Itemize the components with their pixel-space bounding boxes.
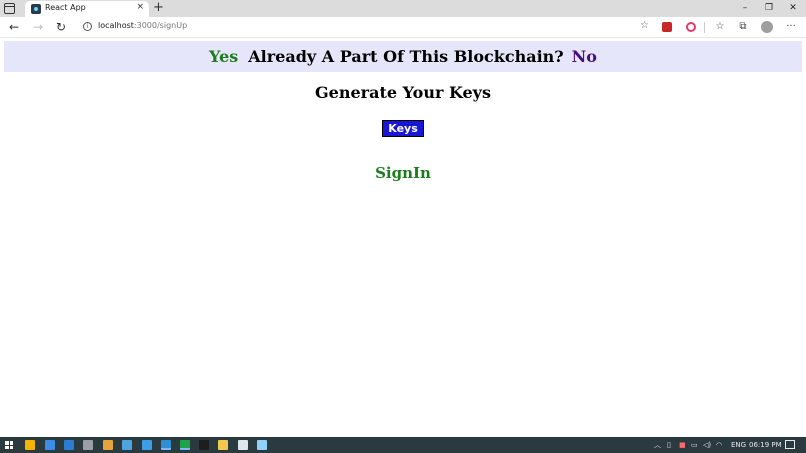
page-content: Yes Already A Part Of This Blockchain? No … [0,39,806,437]
yes-link[interactable]: Yes [209,47,238,66]
app-blue-icon[interactable] [257,440,267,450]
tab-strip: React App × + – ❐ ✕ [0,0,806,17]
edge-icon[interactable] [161,440,171,450]
refresh-button[interactable]: ↻ [53,19,69,35]
new-tab-button[interactable]: + [153,0,164,16]
file-explorer-icon[interactable] [218,440,228,450]
windows-start-icon[interactable] [5,441,13,449]
membership-banner: Yes Already A Part Of This Blockchain? No [4,41,802,72]
tray-app-icon[interactable]: ■ [679,439,686,451]
tray-volume-icon[interactable]: ◁) [703,439,711,451]
clock[interactable]: 06:19 PM [749,439,782,451]
document-icon[interactable] [122,440,132,450]
close-window-button[interactable]: ✕ [781,0,805,17]
collections-icon[interactable]: ⧉ [736,19,750,35]
windows-taskbar: ︿ ▯ ■ ▭ ◁) ◠ ENG 06:19 PM [0,437,806,453]
favorites-icon[interactable]: ☆ [713,19,727,35]
add-favorite-icon[interactable]: ☆ [640,20,649,31]
no-link[interactable]: No [572,47,597,66]
browser-toolbar: ← → ↻ i localhost:3000/signUp ☆ ☆ ⧉ ··· [0,17,806,38]
language-indicator[interactable]: ENG [731,439,746,451]
app-window-icon[interactable] [238,440,248,450]
tab-actions-icon[interactable] [4,3,15,14]
keys-button[interactable]: Keys [382,120,424,137]
task-view-icon[interactable] [25,440,35,450]
tab-react-app[interactable]: React App × [25,1,149,17]
minimize-button[interactable]: – [733,0,757,17]
page-heading: Generate Your Keys [315,83,491,102]
signin-link[interactable]: SignIn [0,164,806,182]
chrome-icon[interactable] [103,440,113,450]
vscode-icon[interactable] [142,440,152,450]
tray-network-icon[interactable]: ▭ [691,439,698,451]
back-button[interactable]: ← [6,19,22,35]
react-favicon-icon [31,4,41,14]
address-bar[interactable]: i localhost:3000/signUp ☆ [77,19,657,35]
toolbar-divider [704,22,705,33]
tab-close-icon[interactable]: × [136,2,144,12]
tab-title: React App [45,3,86,12]
app-green-icon[interactable] [180,440,190,450]
tray-battery-icon[interactable]: ▯ [667,439,671,451]
info-icon[interactable]: i [83,22,92,31]
extension-pink-icon[interactable] [686,22,696,32]
terminal-icon[interactable] [199,440,209,450]
more-menu-icon[interactable]: ··· [784,19,798,35]
tray-wifi-icon[interactable]: ◠ [716,439,722,451]
url-text[interactable]: localhost:3000/signUp [98,21,187,30]
mail-icon[interactable] [45,440,55,450]
word-icon[interactable] [64,440,74,450]
notification-icon[interactable] [785,440,795,449]
profile-avatar[interactable] [761,21,773,33]
membership-question: Already A Part Of This Blockchain? [248,47,564,66]
feather-icon[interactable] [83,440,93,450]
restore-button[interactable]: ❐ [757,0,781,17]
forward-button[interactable]: → [30,19,46,35]
tray-overflow-icon[interactable]: ︿ [654,439,661,451]
extension-red-icon[interactable] [662,22,672,32]
